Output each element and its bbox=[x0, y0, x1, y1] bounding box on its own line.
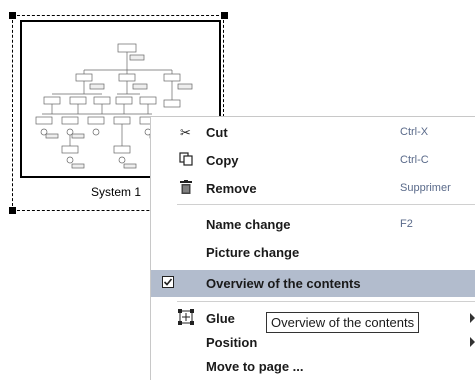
menu-item-overview-of-contents[interactable]: Overview of the contents bbox=[151, 270, 475, 297]
shortcut-cut: Ctrl-X bbox=[400, 126, 429, 138]
menu-separator bbox=[177, 301, 475, 302]
resize-handle-top-left[interactable] bbox=[9, 12, 16, 19]
menu-item-picture-change[interactable]: Picture change bbox=[151, 241, 475, 265]
shortcut-copy: Ctrl-C bbox=[400, 154, 429, 166]
glue-icon bbox=[177, 309, 194, 326]
resize-handle-top-right[interactable] bbox=[221, 12, 228, 19]
submenu-arrow-icon bbox=[470, 313, 475, 323]
menu-separator bbox=[177, 204, 475, 205]
copy-icon bbox=[177, 152, 194, 169]
trash-icon bbox=[177, 180, 194, 197]
menu-item-position[interactable]: Position bbox=[151, 331, 475, 355]
menu-item-cut[interactable]: ✂ Cut Ctrl-X bbox=[151, 121, 475, 145]
submenu-arrow-icon bbox=[470, 337, 475, 347]
scissors-icon: ✂ bbox=[180, 125, 191, 140]
shortcut-name-change: F2 bbox=[400, 218, 413, 230]
menu-item-move-to-page[interactable]: Move to page ... bbox=[151, 355, 475, 379]
checkbox-icon bbox=[159, 275, 176, 292]
diagram-canvas[interactable]: System 1 ✂ Cut Ctrl-X Copy Ctrl-C Remove… bbox=[0, 0, 475, 380]
menu-item-remove[interactable]: Remove Supprimer bbox=[151, 177, 475, 201]
menu-item-name-change[interactable]: Name change F2 bbox=[151, 213, 475, 237]
object-caption: System 1 bbox=[91, 185, 142, 199]
resize-handle-bottom-left[interactable] bbox=[9, 207, 16, 214]
tooltip: Overview of the contents bbox=[266, 312, 420, 333]
shortcut-remove: Supprimer bbox=[400, 182, 451, 194]
menu-item-copy[interactable]: Copy Ctrl-C bbox=[151, 149, 475, 173]
context-menu: ✂ Cut Ctrl-X Copy Ctrl-C Remove Supprime… bbox=[150, 116, 475, 380]
